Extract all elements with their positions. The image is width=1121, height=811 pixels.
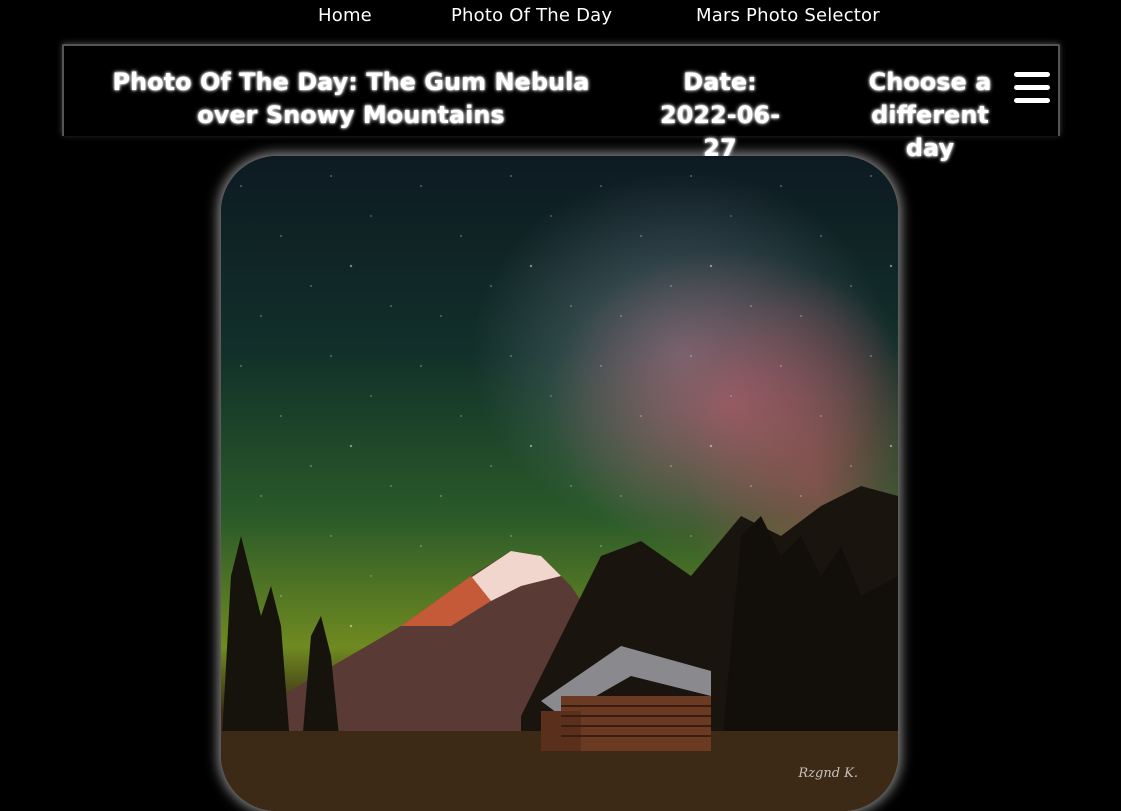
photo-date: Date: 2022-06-27 <box>659 68 781 162</box>
hamburger-line <box>1014 98 1050 103</box>
nav-link-photo-of-the-day[interactable]: Photo Of The Day <box>451 5 612 26</box>
hamburger-line <box>1014 72 1050 77</box>
choose-different-day-button[interactable]: Choose a different day <box>850 66 1010 165</box>
photo-header-panel: Photo Of The Day: The Gum Nebula over Sn… <box>62 44 1060 162</box>
astronomy-photo: Rzgnd K. <box>221 156 898 811</box>
landscape-silhouette <box>221 486 898 811</box>
page-title: Photo Of The Day: The Gum Nebula over Sn… <box>112 68 590 129</box>
top-navigation: Home Photo Of The Day Mars Photo Selecto… <box>0 0 1121 36</box>
nav-link-mars-photo-selector[interactable]: Mars Photo Selector <box>696 5 880 26</box>
hamburger-menu-icon[interactable] <box>1014 72 1050 104</box>
hamburger-line <box>1014 85 1050 90</box>
photographer-signature: Rzgnd K. <box>798 766 858 781</box>
nav-link-home[interactable]: Home <box>318 5 372 26</box>
